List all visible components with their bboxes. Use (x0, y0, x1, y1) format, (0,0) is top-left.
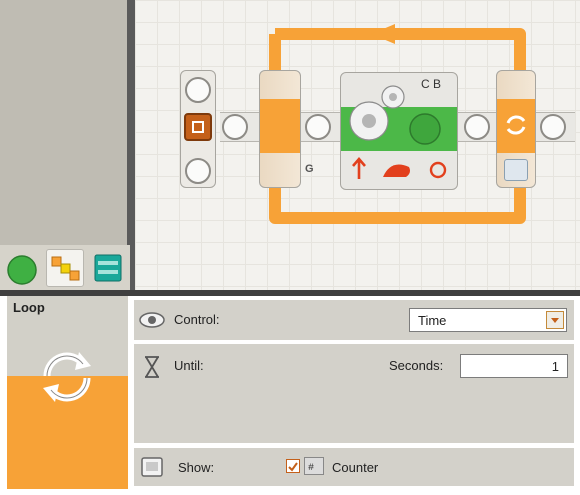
custom-list-icon (94, 254, 122, 282)
control-value: Time (418, 313, 447, 328)
block-title: Loop (13, 300, 45, 315)
svg-text:#: # (308, 463, 314, 474)
program-canvas[interactable]: G C B (135, 0, 580, 290)
counter-plug-icon: # (304, 457, 324, 475)
counter-label: Counter (332, 460, 379, 475)
control-select[interactable]: Time (409, 308, 567, 332)
block-info: Loop (7, 296, 128, 489)
stair-blocks-icon (51, 256, 80, 281)
hourglass-icon (145, 356, 159, 378)
seconds-label: Seconds: (389, 358, 444, 373)
tab-custom-palette[interactable] (89, 249, 127, 287)
palette-tabs (0, 245, 130, 290)
palette-list[interactable] (0, 0, 130, 245)
tab-common-palette[interactable] (3, 249, 41, 287)
start-point-icon[interactable] (184, 113, 212, 141)
plug-2[interactable] (305, 114, 331, 140)
power-icon (383, 164, 410, 177)
show-label: Show: (178, 460, 215, 475)
until-row: Until: Seconds: 1 (134, 344, 574, 443)
direction-up-icon (352, 157, 366, 179)
eye-icon (139, 312, 165, 328)
start-plug-bottom[interactable] (185, 158, 211, 184)
seconds-input[interactable]: 1 (460, 354, 568, 378)
loop-counter-icon (504, 159, 528, 181)
display-icon (141, 457, 163, 477)
control-row: Control: Time (134, 300, 574, 340)
plug-3[interactable] (464, 114, 490, 140)
plug-1[interactable] (222, 114, 248, 140)
checkmark-icon (288, 462, 298, 472)
until-label: Until: (174, 358, 204, 373)
green-circle-icon (7, 255, 37, 285)
show-row: Show: # Counter (134, 448, 574, 486)
block-palette (0, 0, 135, 290)
dropdown-arrow-icon[interactable] (546, 311, 564, 329)
control-label: Control: (174, 312, 220, 327)
duration-icon (429, 161, 447, 179)
start-plug-top[interactable] (185, 77, 211, 103)
motor-port-circle-icon (409, 113, 441, 145)
counter-checkbox[interactable] (286, 459, 300, 473)
loop-right-pillar[interactable] (496, 70, 536, 188)
seconds-value: 1 (551, 359, 559, 374)
plug-4[interactable] (540, 114, 566, 140)
move-block[interactable]: C B (340, 72, 458, 190)
loop-direction-arrow-icon (371, 24, 395, 44)
loop-icon (506, 115, 526, 135)
tab-complete-palette[interactable] (46, 249, 84, 287)
gears-icon (349, 85, 447, 179)
loop-icon (43, 352, 91, 402)
configuration-panel: Loop Control: Time Until: Seconds: 1 Sho… (0, 290, 580, 495)
motor-ports-label: C B (421, 77, 442, 91)
loop-badge: G (305, 163, 314, 175)
loop-left-pillar[interactable] (259, 70, 301, 188)
